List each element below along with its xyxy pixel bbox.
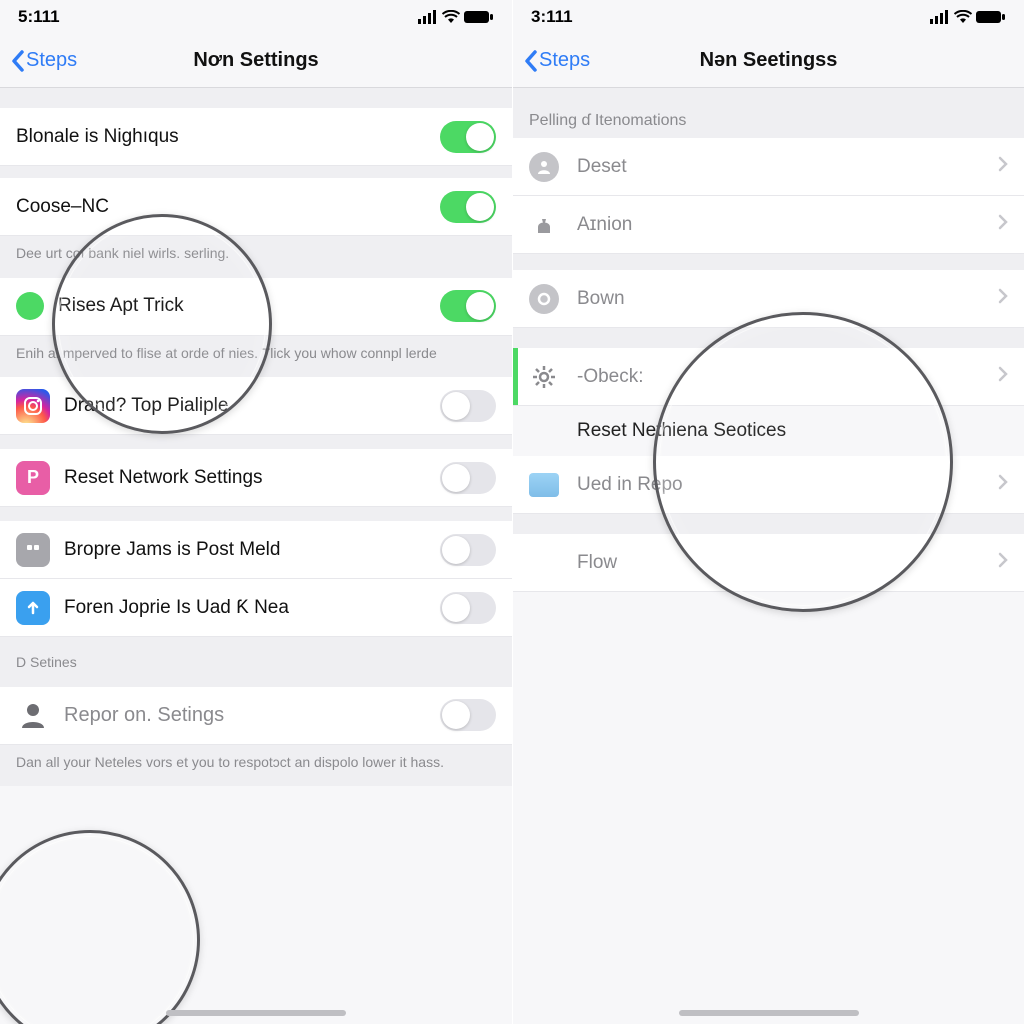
footnote: Dan all your Neteles vors et you to resp… bbox=[0, 745, 512, 787]
wifi-icon bbox=[954, 10, 972, 24]
status-time: 3:111 bbox=[531, 7, 573, 27]
ued-icon bbox=[529, 473, 559, 497]
person-icon bbox=[16, 698, 50, 732]
battery-icon bbox=[976, 10, 1006, 24]
callout-circle bbox=[0, 830, 200, 1024]
toggle-switch[interactable] bbox=[440, 191, 496, 223]
back-label: Steps bbox=[539, 49, 590, 72]
row-label: Coose–NC bbox=[16, 196, 440, 218]
row-reset-nethiena[interactable]: Reset Nethiena Seotices bbox=[513, 406, 1024, 456]
toggle-switch[interactable] bbox=[440, 699, 496, 731]
wifi-icon bbox=[442, 10, 460, 24]
phone-left: 5:111 Steps Nơn Settings Blonale is Nigh… bbox=[0, 0, 512, 1024]
ainion-icon bbox=[529, 210, 559, 240]
footnote: Enih al mperved to flise at orde of nies… bbox=[0, 336, 512, 378]
row-label: Reset Nethiena Seotices bbox=[577, 420, 1008, 442]
row-label: Deset bbox=[577, 156, 990, 178]
section-header: D Setines bbox=[0, 637, 512, 687]
row-label: Flow bbox=[577, 552, 990, 574]
toggle-switch[interactable] bbox=[440, 462, 496, 494]
toggle-switch[interactable] bbox=[440, 592, 496, 624]
group-gap bbox=[513, 254, 1024, 270]
row-label: Bropre Jams is Post Meld bbox=[64, 539, 440, 561]
cellular-icon bbox=[930, 10, 950, 24]
toggle-switch[interactable] bbox=[440, 534, 496, 566]
group-gap bbox=[0, 88, 512, 108]
toggle-switch[interactable] bbox=[440, 290, 496, 322]
row-repor[interactable]: Repor on. Setings bbox=[0, 687, 512, 745]
group-gap bbox=[0, 166, 512, 178]
group-gap bbox=[0, 435, 512, 449]
phone-right: 3:111 Steps Nən Seetingss Pelling ɗ Iten… bbox=[512, 0, 1024, 1024]
section-header: Pelling ɗ Itenomations bbox=[513, 88, 1024, 138]
page-title: Nən Seetingss bbox=[700, 49, 838, 72]
selection-bar bbox=[513, 348, 518, 405]
instagram-icon bbox=[16, 389, 50, 423]
gray-badge-icon bbox=[16, 533, 50, 567]
nav-header: Steps Nơn Settings bbox=[0, 34, 512, 88]
row-rises[interactable]: Rises Apt Trick bbox=[0, 278, 512, 336]
row-bropre[interactable]: Bropre Jams is Post Meld bbox=[0, 521, 512, 579]
deset-icon bbox=[529, 152, 559, 182]
home-indicator bbox=[679, 1010, 859, 1016]
green-dot-icon bbox=[16, 292, 44, 320]
row-flow[interactable]: Flow bbox=[513, 534, 1024, 592]
row-label: Repor on. Setings bbox=[64, 704, 440, 727]
status-time: 5:111 bbox=[18, 7, 60, 27]
footnote: Dee urt coı bank niel wirls. serling. bbox=[0, 236, 512, 278]
chevron-right-icon bbox=[998, 474, 1008, 495]
row-label: Foren Joprie Is Uad Ƙ Nea bbox=[64, 597, 440, 619]
battery-icon bbox=[464, 10, 494, 24]
gear-icon bbox=[529, 362, 559, 392]
chevron-left-icon bbox=[523, 49, 539, 73]
row-obeck[interactable]: -Obeck: bbox=[513, 348, 1024, 406]
status-indicators bbox=[930, 10, 1006, 24]
back-button[interactable]: Steps bbox=[0, 49, 77, 73]
back-button[interactable]: Steps bbox=[513, 49, 590, 73]
home-indicator bbox=[166, 1010, 346, 1016]
p-badge-icon: P bbox=[16, 461, 50, 495]
group-gap bbox=[0, 507, 512, 521]
row-label: Ued in Repo bbox=[577, 474, 990, 496]
row-bown[interactable]: Bown bbox=[513, 270, 1024, 328]
row-coose[interactable]: Coose–NC bbox=[0, 178, 512, 236]
row-label: Bown bbox=[577, 288, 990, 310]
row-ued[interactable]: Ued in Repo bbox=[513, 456, 1024, 514]
row-label: -Obeck: bbox=[577, 366, 990, 388]
row-label: Reset Network Settings bbox=[64, 467, 440, 489]
chevron-right-icon bbox=[998, 366, 1008, 387]
row-blonale[interactable]: Blonale is Nighıqus bbox=[0, 108, 512, 166]
arrow-badge-icon bbox=[16, 591, 50, 625]
bown-icon bbox=[529, 284, 559, 314]
status-bar: 5:111 bbox=[0, 0, 512, 34]
row-ainion[interactable]: Aɪnion bbox=[513, 196, 1024, 254]
chevron-left-icon bbox=[10, 49, 26, 73]
toggle-switch[interactable] bbox=[440, 121, 496, 153]
row-foren[interactable]: Foren Joprie Is Uad Ƙ Nea bbox=[0, 579, 512, 637]
group-gap bbox=[513, 514, 1024, 534]
status-indicators bbox=[418, 10, 494, 24]
chevron-right-icon bbox=[998, 156, 1008, 177]
row-label: Drand? Top Pialiple bbox=[64, 395, 440, 417]
status-bar: 3:111 bbox=[513, 0, 1024, 34]
row-drand[interactable]: Drand? Top Pialiple bbox=[0, 377, 512, 435]
page-title: Nơn Settings bbox=[193, 49, 318, 72]
group-gap bbox=[513, 328, 1024, 348]
cellular-icon bbox=[418, 10, 438, 24]
row-label: Aɪnion bbox=[577, 214, 990, 236]
row-label: Rises Apt Trick bbox=[58, 295, 440, 317]
chevron-right-icon bbox=[998, 214, 1008, 235]
chevron-right-icon bbox=[998, 288, 1008, 309]
chevron-right-icon bbox=[998, 552, 1008, 573]
row-reset-network[interactable]: P Reset Network Settings bbox=[0, 449, 512, 507]
toggle-switch[interactable] bbox=[440, 390, 496, 422]
nav-header: Steps Nən Seetingss bbox=[513, 34, 1024, 88]
back-label: Steps bbox=[26, 49, 77, 72]
row-deset[interactable]: Deset bbox=[513, 138, 1024, 196]
row-label: Blonale is Nighıqus bbox=[16, 126, 440, 148]
